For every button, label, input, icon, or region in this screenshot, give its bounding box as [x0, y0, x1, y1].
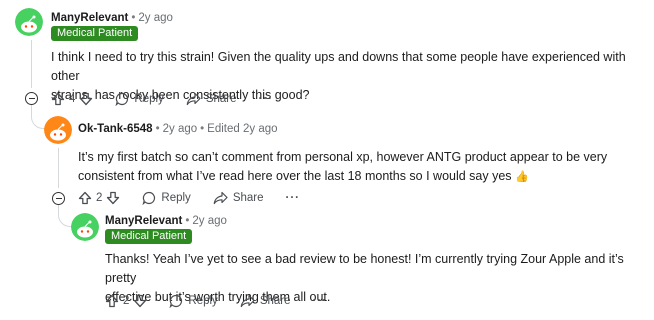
upvote-icon[interactable]	[105, 294, 119, 308]
separator: •	[185, 215, 190, 227]
more-options-button[interactable]: ···	[313, 295, 328, 307]
comment-actions: 2 Reply Share ···	[105, 291, 327, 311]
downvote-icon[interactable]	[79, 92, 93, 106]
comment-line: I think I need to try this strain! Given…	[51, 50, 626, 83]
reply-button[interactable]: Reply	[169, 294, 218, 308]
avatar[interactable]	[44, 116, 72, 144]
comment-meta: ManyRelevant • 2y ago	[51, 11, 173, 26]
comment-line: It’s my first batch so can’t comment fro…	[78, 150, 608, 164]
avatar[interactable]	[15, 8, 43, 36]
snoo-avatar-icon	[15, 8, 43, 36]
share-icon	[213, 191, 228, 205]
separator: •	[131, 12, 136, 24]
comment-bubble-icon	[142, 191, 156, 205]
share-button[interactable]: Share	[240, 294, 291, 308]
downvote-icon[interactable]	[106, 191, 120, 205]
edited-label: Edited 2y ago	[207, 123, 278, 135]
downvote-icon[interactable]	[133, 294, 147, 308]
thumbs-up-emoji: 👍	[515, 171, 529, 183]
more-options-button[interactable]: ···	[286, 192, 301, 204]
more-options-button[interactable]: ···	[259, 93, 274, 105]
upvote-icon[interactable]	[78, 191, 92, 205]
user-flair: Medical Patient	[105, 229, 193, 244]
avatar[interactable]	[71, 213, 99, 241]
reply-label: Reply	[188, 295, 218, 307]
timestamp[interactable]: 2y ago	[192, 215, 227, 227]
thread-line	[31, 40, 32, 88]
timestamp[interactable]: 2y ago	[138, 12, 173, 24]
reply-label: Reply	[161, 192, 191, 204]
collapse-thread-button[interactable]	[52, 192, 65, 205]
collapse-thread-button[interactable]	[25, 92, 38, 105]
comment-meta: ManyRelevant • 2y ago	[105, 214, 227, 229]
comment-line-wrapper: consistent from what I’ve read here over…	[78, 167, 648, 187]
reply-label: Reply	[134, 93, 164, 105]
snoo-avatar-icon	[44, 116, 72, 144]
reply-button[interactable]: Reply	[142, 191, 191, 205]
comment-body: It’s my first batch so can’t comment fro…	[78, 148, 648, 187]
comment-line: Thanks! Yeah I’ve yet to see a bad revie…	[105, 252, 624, 285]
snoo-avatar-icon	[71, 213, 99, 241]
comment-actions: 4 Reply Share ···	[51, 89, 273, 109]
share-icon	[240, 294, 255, 308]
username[interactable]: ManyRelevant	[105, 215, 182, 227]
share-label: Share	[232, 192, 264, 204]
comment-meta: Ok-Tank-6548 • 2y ago • Edited 2y ago	[78, 122, 278, 137]
separator: •	[155, 123, 160, 135]
comment-actions: 2 Reply Share ···	[78, 188, 300, 208]
comment-bubble-icon	[115, 92, 129, 106]
timestamp[interactable]: 2y ago	[163, 123, 198, 135]
comment-bubble-icon	[169, 294, 183, 308]
vote-count: 2	[96, 192, 103, 204]
thread-line	[58, 148, 59, 188]
share-icon	[186, 92, 201, 106]
share-button[interactable]: Share	[186, 92, 237, 106]
vote-count: 4	[69, 93, 76, 105]
reply-button[interactable]: Reply	[115, 92, 164, 106]
username[interactable]: ManyRelevant	[51, 12, 128, 24]
user-flair: Medical Patient	[51, 26, 139, 41]
share-label: Share	[259, 295, 291, 307]
upvote-icon[interactable]	[51, 92, 65, 106]
share-label: Share	[205, 93, 237, 105]
comment-line: consistent from what I’ve read here over…	[78, 169, 512, 183]
username[interactable]: Ok-Tank-6548	[78, 123, 153, 135]
share-button[interactable]: Share	[213, 191, 264, 205]
separator: •	[200, 123, 205, 135]
vote-count: 2	[123, 295, 130, 307]
